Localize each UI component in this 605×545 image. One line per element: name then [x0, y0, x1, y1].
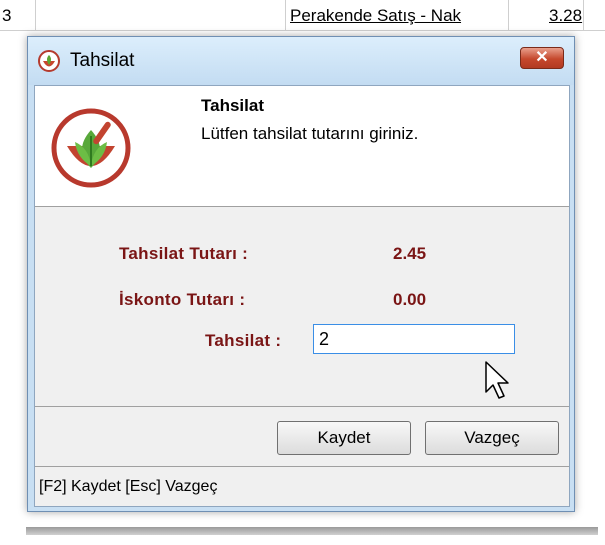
bg-column-divider [508, 0, 509, 30]
payment-input[interactable] [313, 324, 515, 354]
mouse-pointer-icon [485, 361, 509, 399]
herbal-leaf-mortar-icon [38, 50, 60, 72]
dialog-header-panel: Tahsilat Lütfen tahsilat tutarını girini… [35, 86, 569, 207]
status-text: [F2] Kaydet [Esc] Vazgeç [39, 478, 218, 495]
cancel-button[interactable]: Vazgeç [425, 421, 559, 455]
payment-label: Tahsilat : [205, 331, 282, 350]
form-panel: Tahsilat Tutarı : 2.45 İskonto Tutarı : … [35, 208, 569, 407]
header-subtitle: Lütfen tahsilat tutarını giriniz. [201, 124, 419, 143]
background-table-row: 3 Perakende Satış - Nak 3.28 [0, 0, 605, 31]
header-title: Tahsilat [201, 96, 264, 115]
amount-value: 2.45 [393, 244, 427, 263]
bg-cell-description: Perakende Satış - Nak [290, 6, 462, 25]
herbal-leaf-mortar-icon [51, 108, 131, 188]
discount-value: 0.00 [393, 290, 427, 309]
bg-column-divider [35, 0, 36, 30]
window-shadow [26, 527, 598, 535]
button-panel: Kaydet Vazgeç [35, 408, 569, 467]
dialog-titlebar[interactable]: Tahsilat ✕ [28, 37, 574, 85]
dialog-title: Tahsilat [70, 50, 135, 71]
bg-cell-index: 3 [2, 6, 12, 25]
discount-label: İskonto Tutarı : [119, 290, 246, 309]
close-icon: ✕ [535, 49, 549, 66]
bg-column-divider [583, 0, 584, 30]
amount-label: Tahsilat Tutarı : [119, 244, 249, 263]
bg-column-divider [285, 0, 286, 30]
bg-cell-amount: 3.28 [549, 6, 583, 25]
status-bar: [F2] Kaydet [Esc] Vazgeç [35, 468, 569, 506]
close-button[interactable]: ✕ [520, 47, 564, 69]
tahsilat-dialog: Tahsilat ✕ Tahsilat Lütfen tahsilat tuta… [27, 36, 575, 512]
save-button[interactable]: Kaydet [277, 421, 411, 455]
dialog-client-area: Tahsilat Lütfen tahsilat tutarını girini… [34, 85, 570, 507]
